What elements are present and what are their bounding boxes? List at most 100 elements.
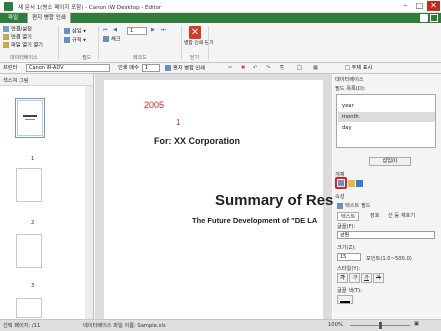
first-record-button[interactable]: ⏮: [103, 27, 108, 34]
maximize-button[interactable]: □: [413, 1, 426, 11]
next-record-button[interactable]: ▶: [151, 27, 155, 34]
zoom-slider-thumb[interactable]: [379, 322, 382, 329]
divider: [181, 26, 182, 60]
page-number-label: 3: [31, 283, 35, 289]
year-field[interactable]: 2005: [144, 100, 164, 110]
ribbon-tabs: 파일 편지 병합 인쇄: [0, 13, 441, 23]
rule-button[interactable]: 규칙 ▾: [64, 37, 86, 45]
tab-file[interactable]: 파일: [4, 13, 22, 23]
page-thumbnail[interactable]: [16, 168, 42, 202]
paste-icon[interactable]: 📋: [296, 65, 302, 72]
size-unit-label: 포인트(1.0~500.0): [366, 256, 412, 262]
underline-button[interactable]: 가: [361, 273, 372, 283]
size-input[interactable]: 15: [337, 253, 361, 261]
subtab-text[interactable]: 텍스트: [337, 212, 360, 221]
undo-icon[interactable]: ↶: [253, 65, 257, 72]
open-connection-button[interactable]: 연결 열기: [3, 34, 32, 42]
show-fields-toggle[interactable]: □ 주제 표시: [345, 65, 372, 72]
delete-icon[interactable]: ✖: [241, 65, 245, 72]
page-thumbnail[interactable]: [16, 234, 42, 268]
prev-record-button[interactable]: ◀: [113, 27, 117, 34]
printer-select[interactable]: Canon iR-ADV: [26, 64, 110, 72]
fit-page-icon[interactable]: ▣: [414, 321, 419, 327]
redo-icon[interactable]: ↷: [266, 65, 270, 72]
image-icon[interactable]: [348, 180, 355, 187]
text-field-tab[interactable]: 텍스트 필드: [337, 202, 371, 209]
rule-icon: [64, 37, 70, 43]
size-label: 크기(Z):: [337, 245, 356, 251]
copies-label: 인쇄 매수: [118, 65, 139, 71]
strikethrough-button[interactable]: 가: [373, 273, 384, 283]
group-label-close: 닫기: [190, 55, 200, 61]
title-bar: 새 문서 1(병소 페이지 포함) - Canon iW Desktop - E…: [0, 0, 441, 13]
last-record-button[interactable]: ⏭: [161, 27, 166, 34]
group-label-records: 레코드: [133, 55, 147, 61]
database-section-title: 데이터베이스: [335, 77, 364, 83]
field-list[interactable]: year month day: [336, 94, 436, 148]
list-item[interactable]: month: [338, 112, 435, 122]
page-thumbnail[interactable]: [16, 298, 42, 318]
help-icon[interactable]: [420, 14, 428, 22]
group-label-database: 데이터베이스: [10, 55, 38, 61]
close-merge-button[interactable]: ✕: [189, 26, 201, 39]
document-canvas: 2005 1 For: XX Corporation Summary of Re…: [95, 74, 333, 319]
list-item[interactable]: year: [338, 101, 435, 111]
field-icon: [337, 202, 343, 209]
subtitle-text[interactable]: The Future Development of "DE LA: [192, 216, 317, 225]
database-icon: [3, 26, 9, 32]
copies-input[interactable]: 1: [142, 64, 160, 72]
divider: [208, 26, 209, 60]
color-swatch: [340, 301, 350, 303]
text-icon: [338, 180, 344, 186]
check-icon: [103, 36, 109, 42]
page-number-label: 1: [31, 156, 35, 162]
layout-icon[interactable]: ▦: [313, 65, 318, 72]
thumbnail-panel-header: 섹스쳐 그림: [0, 74, 93, 86]
open-file-button[interactable]: 파일 열기 열기: [3, 42, 43, 50]
style-label: 스타일(Y):: [337, 266, 361, 272]
page-number-label: 2: [31, 220, 35, 226]
file-icon: [3, 42, 9, 48]
copy-icon[interactable]: ⎘: [280, 65, 284, 72]
thumbnail-panel-title: 섹스쳐 그림: [3, 78, 29, 84]
app-icon: [4, 2, 13, 11]
cut-icon[interactable]: ✂: [228, 65, 232, 72]
bold-button[interactable]: 가: [337, 273, 348, 283]
insert-icon: [64, 28, 70, 34]
company-text[interactable]: For: XX Corporation: [154, 136, 240, 146]
font-color-button[interactable]: [337, 295, 353, 304]
list-item[interactable]: day: [338, 123, 435, 133]
datasource-status: 데이터베이스 파일 이름: Sample.xls: [83, 323, 166, 329]
thumbnail-scrollbar[interactable]: [85, 86, 93, 319]
font-color-label: 글꼴 색(T):: [337, 288, 362, 294]
close-window-button[interactable]: ✕: [427, 1, 440, 11]
status-bar: 선택 페이지: /11 데이터베이스 파일 이름: Sample.xls 100…: [0, 319, 441, 331]
zoom-level: 100%: [328, 322, 343, 328]
font-select[interactable]: 굴림: [337, 231, 435, 239]
page-thumbnail[interactable]: [15, 98, 45, 138]
barcode-icon[interactable]: [356, 180, 363, 187]
merge-print-button[interactable]: 편지 병합 인쇄: [165, 65, 205, 73]
italic-button[interactable]: 가: [349, 273, 360, 283]
subtab-layout[interactable]: 장호: [367, 212, 383, 219]
settings-icon[interactable]: [430, 14, 438, 22]
minimize-button[interactable]: –: [399, 1, 412, 11]
close-merge-label: 병합 인쇄 닫기: [184, 41, 214, 46]
text-object-button[interactable]: [335, 177, 347, 189]
insert-field-button[interactable]: 삽입(I): [369, 157, 411, 166]
insert-field-button[interactable]: 삽입 ▾: [64, 28, 86, 36]
check-button[interactable]: 체크: [103, 36, 121, 44]
properties-section-title: 속성: [335, 194, 345, 200]
font-label: 글꼴(F):: [337, 224, 356, 230]
subtab-border[interactable]: 선 등 재호기: [385, 212, 418, 219]
thumbnail-panel: 섹스쳐 그림 1 2 3: [0, 74, 94, 319]
summary-title[interactable]: Summary of Res: [215, 192, 333, 209]
tab-mail-merge[interactable]: 편지 병합 인쇄: [27, 13, 71, 23]
document-page: 2005 1 For: XX Corporation Summary of Re…: [104, 80, 333, 319]
folder-icon: [3, 34, 9, 40]
printer-label: 프린터: [3, 65, 18, 71]
datasource-setup-button[interactable]: 연결/설정: [3, 26, 32, 34]
page-status: 선택 페이지: /11: [3, 323, 41, 329]
page-field[interactable]: 1: [176, 118, 180, 127]
record-number-input[interactable]: 1: [127, 27, 147, 35]
